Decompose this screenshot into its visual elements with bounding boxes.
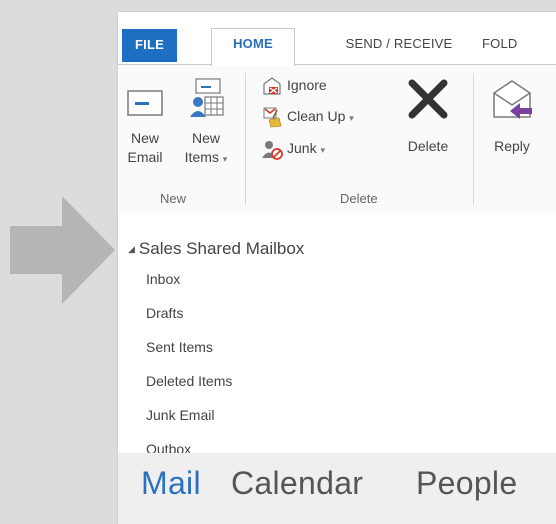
new-email-button[interactable]: New Email [120,81,170,167]
clean-up-label: Clean Up [287,108,346,124]
folder-junk-email[interactable]: Junk Email [146,407,214,423]
mailbox-name: Sales Shared Mailbox [138,239,305,258]
new-email-label-2: Email [127,149,163,165]
junk-button[interactable]: Junk ▾ [261,136,325,161]
new-items-label-2-wrap: Items ▾ [176,148,236,169]
group-divider [473,73,474,205]
clean-up-icon [263,107,282,128]
group-label-new: New [160,191,187,206]
new-items-icon [190,78,224,117]
nav-people[interactable]: People [416,465,517,502]
ignore-icon [263,77,281,95]
delete-button[interactable]: Delete [398,77,458,156]
new-email-icon [127,90,163,116]
new-email-label-1: New [130,130,159,146]
folder-pane: ◢ Sales Shared Mailbox Inbox Drafts Sent … [118,215,556,463]
tab-send-receive[interactable]: SEND / RECEIVE [314,29,484,64]
tab-file[interactable]: FILE [122,29,177,62]
folder-inbox[interactable]: Inbox [146,271,180,287]
group-label-delete: Delete [340,191,378,206]
folder-drafts[interactable]: Drafts [146,305,183,321]
delete-label: Delete [407,138,449,154]
new-items-label-1: New [191,130,220,146]
outlook-window: FILE HOME SEND / RECEIVE FOLD New Email [117,11,556,524]
ribbon-home: New Email New Items ▾ New Ignore Clean U… [118,64,556,216]
navigation-bar: Mail Calendar People [118,453,556,524]
tab-folder[interactable]: FOLD [482,29,556,64]
clean-up-button[interactable]: Clean Up ▾ [261,104,354,128]
nav-calendar[interactable]: Calendar [231,465,363,502]
chevron-down-icon: ▾ [222,154,228,164]
chevron-down-icon: ▾ [320,145,325,155]
folder-deleted-items[interactable]: Deleted Items [146,373,232,389]
collapse-triangle-icon[interactable]: ◢ [128,244,135,254]
delete-icon [408,79,448,119]
ribbon-tab-bar: FILE HOME SEND / RECEIVE FOLD [118,12,556,66]
tab-home[interactable]: HOME [211,28,295,66]
reply-button[interactable]: Reply [482,77,542,156]
junk-icon [262,141,283,161]
new-items-label-2: Items [184,149,219,165]
chevron-down-icon: ▾ [349,113,354,123]
reply-icon [493,80,532,119]
nav-mail[interactable]: Mail [141,465,201,502]
group-divider [245,73,246,205]
mailbox-header[interactable]: ◢ Sales Shared Mailbox [128,239,304,259]
ignore-label: Ignore [287,77,327,93]
ignore-button[interactable]: Ignore [261,73,327,97]
reply-label: Reply [494,138,530,154]
new-items-button[interactable]: New Items ▾ [176,77,236,169]
junk-label: Junk [287,140,317,156]
folder-sent-items[interactable]: Sent Items [146,339,213,355]
